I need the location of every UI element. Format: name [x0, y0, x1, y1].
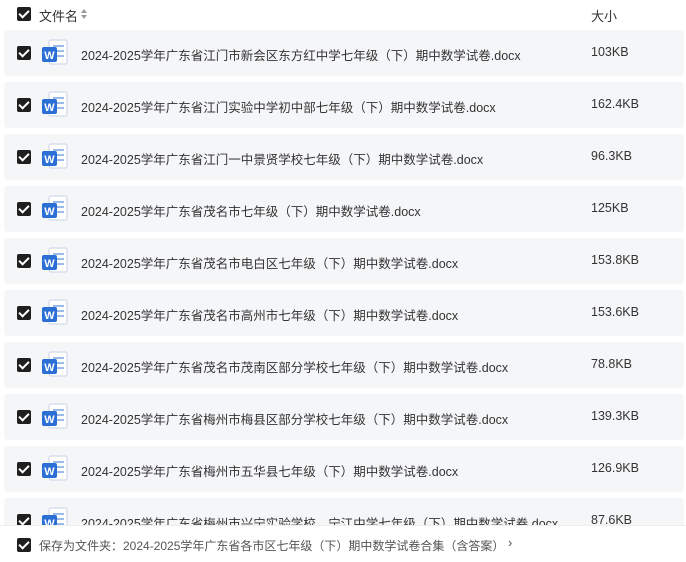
- word-doc-icon: W: [42, 247, 68, 273]
- word-doc-icon: W: [42, 195, 68, 221]
- column-header-name[interactable]: 文件名: [39, 6, 78, 25]
- word-doc-icon: W: [42, 507, 68, 525]
- file-row[interactable]: W 2024-2025学年广东省梅州市五华县七年级（下）期中数学试卷.docx …: [4, 446, 684, 492]
- file-size: 103KB: [591, 45, 629, 59]
- file-name: 2024-2025学年广东省梅州市兴宁实验学校、宁江中学七年级（下）期中数学试卷…: [81, 517, 559, 525]
- svg-text:W: W: [44, 102, 55, 114]
- file-checkbox[interactable]: [17, 358, 31, 372]
- file-row[interactable]: W 2024-2025学年广东省江门市新会区东方红中学七年级（下）期中数学试卷.…: [4, 30, 684, 76]
- column-header-size: 大小: [591, 9, 618, 24]
- file-row[interactable]: W 2024-2025学年广东省江门实验中学初中部七年级（下）期中数学试卷.do…: [4, 82, 684, 128]
- save-as-folder-label[interactable]: 保存为文件夹：2024-2025学年广东省各市区七年级（下）期中数学试卷合集（含…: [39, 537, 504, 554]
- file-checkbox[interactable]: [17, 202, 31, 216]
- file-row[interactable]: W 2024-2025学年广东省茂名市茂南区部分学校七年级（下）期中数学试卷.d…: [4, 342, 684, 388]
- word-doc-icon: W: [42, 39, 68, 65]
- file-name: 2024-2025学年广东省茂名市电白区七年级（下）期中数学试卷.docx: [81, 257, 459, 271]
- file-size: 153.6KB: [591, 305, 639, 319]
- select-all-checkbox[interactable]: [17, 7, 31, 21]
- file-checkbox[interactable]: [17, 150, 31, 164]
- svg-text:W: W: [44, 466, 55, 478]
- file-row[interactable]: W 2024-2025学年广东省梅州市梅县区部分学校七年级（下）期中数学试卷.d…: [4, 394, 684, 440]
- file-checkbox[interactable]: [17, 98, 31, 112]
- file-row[interactable]: W 2024-2025学年广东省茂名市七年级（下）期中数学试卷.docx 125…: [4, 186, 684, 232]
- file-name: 2024-2025学年广东省梅州市梅县区部分学校七年级（下）期中数学试卷.doc…: [81, 413, 509, 427]
- save-as-folder-bar[interactable]: 保存为文件夹：2024-2025学年广东省各市区七年级（下）期中数学试卷合集（含…: [0, 525, 686, 562]
- svg-text:W: W: [44, 518, 55, 525]
- file-name: 2024-2025学年广东省江门市新会区东方红中学七年级（下）期中数学试卷.do…: [81, 49, 521, 63]
- word-doc-icon: W: [42, 91, 68, 117]
- sort-icon[interactable]: [81, 6, 89, 22]
- svg-text:W: W: [44, 414, 55, 426]
- file-name: 2024-2025学年广东省茂名市茂南区部分学校七年级（下）期中数学试卷.doc…: [81, 361, 509, 375]
- word-doc-icon: W: [42, 299, 68, 325]
- file-row[interactable]: W 2024-2025学年广东省江门一中景贤学校七年级（下）期中数学试卷.doc…: [4, 134, 684, 180]
- file-name: 2024-2025学年广东省茂名市七年级（下）期中数学试卷.docx: [81, 205, 421, 219]
- file-checkbox[interactable]: [17, 254, 31, 268]
- file-row[interactable]: W 2024-2025学年广东省茂名市高州市七年级（下）期中数学试卷.docx …: [4, 290, 684, 336]
- file-checkbox[interactable]: [17, 306, 31, 320]
- file-checkbox[interactable]: [17, 514, 31, 525]
- chevron-right-icon[interactable]: ›: [508, 535, 512, 550]
- file-name: 2024-2025学年广东省茂名市高州市七年级（下）期中数学试卷.docx: [81, 309, 459, 323]
- file-list: W 2024-2025学年广东省江门市新会区东方红中学七年级（下）期中数学试卷.…: [0, 30, 686, 525]
- word-doc-icon: W: [42, 455, 68, 481]
- svg-text:W: W: [44, 362, 55, 374]
- file-checkbox[interactable]: [17, 462, 31, 476]
- file-size: 96.3KB: [591, 149, 633, 163]
- file-row[interactable]: W 2024-2025学年广东省茂名市电白区七年级（下）期中数学试卷.docx …: [4, 238, 684, 284]
- file-size: 87.6KB: [591, 513, 633, 525]
- word-doc-icon: W: [42, 351, 68, 377]
- word-doc-icon: W: [42, 403, 68, 429]
- file-size: 78.8KB: [591, 357, 633, 371]
- file-size: 153.8KB: [591, 253, 639, 267]
- save-as-folder-checkbox[interactable]: [17, 538, 31, 552]
- file-size: 139.3KB: [591, 409, 639, 423]
- file-size: 125KB: [591, 201, 629, 215]
- file-checkbox[interactable]: [17, 410, 31, 424]
- file-row[interactable]: W 2024-2025学年广东省梅州市兴宁实验学校、宁江中学七年级（下）期中数学…: [4, 498, 684, 525]
- svg-text:W: W: [44, 310, 55, 322]
- file-name: 2024-2025学年广东省江门一中景贤学校七年级（下）期中数学试卷.docx: [81, 153, 484, 167]
- file-list-header: 文件名 大小: [0, 0, 686, 30]
- file-checkbox[interactable]: [17, 46, 31, 60]
- svg-text:W: W: [44, 258, 55, 270]
- file-size: 162.4KB: [591, 97, 639, 111]
- svg-text:W: W: [44, 154, 55, 166]
- file-size: 126.9KB: [591, 461, 639, 475]
- svg-text:W: W: [44, 206, 55, 218]
- word-doc-icon: W: [42, 143, 68, 169]
- file-name: 2024-2025学年广东省梅州市五华县七年级（下）期中数学试卷.docx: [81, 465, 459, 479]
- file-name: 2024-2025学年广东省江门实验中学初中部七年级（下）期中数学试卷.docx: [81, 101, 496, 115]
- svg-text:W: W: [44, 50, 55, 62]
